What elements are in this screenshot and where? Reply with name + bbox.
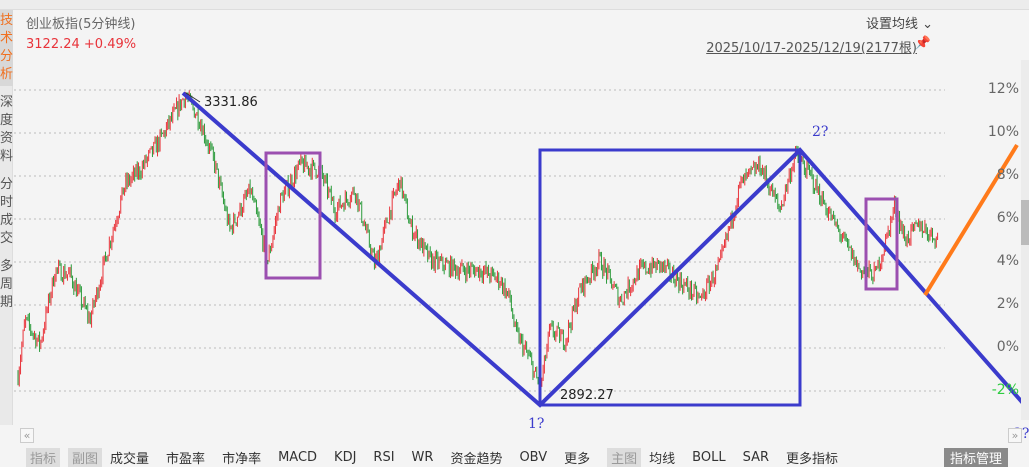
scroll-thumb[interactable]: [1021, 200, 1029, 245]
price-change: 3122.24 +0.49%: [26, 37, 136, 52]
indicator-tab[interactable]: 指标: [26, 447, 61, 467]
y-tick-label: 4%: [996, 253, 1019, 269]
y-tick-label: 12%: [987, 81, 1019, 97]
candlestick-chart[interactable]: [0, 0, 1029, 445]
indicator-more[interactable]: 更多: [564, 448, 590, 467]
ma-settings-dropdown[interactable]: 设置均线 ⌄: [866, 13, 933, 32]
last-price: 3122.24: [26, 37, 80, 52]
indicator-pb[interactable]: 市净率: [222, 448, 261, 467]
y-tick-label: 6%: [996, 210, 1019, 226]
scroll-right-button[interactable]: »: [1008, 428, 1022, 443]
indicator-fund-trend[interactable]: 资金趋势: [450, 448, 502, 467]
main-chart-tab[interactable]: 主图: [607, 447, 642, 467]
annotation-1: 1?: [528, 416, 545, 432]
overlay-more[interactable]: 更多指标: [786, 448, 838, 467]
y-tick-label: 10%: [987, 124, 1019, 140]
diagonal-blue: [538, 148, 802, 407]
y-tick-label: 0%: [996, 339, 1019, 355]
indicator-wr[interactable]: WR: [412, 450, 434, 465]
vertical-scrollbar[interactable]: [1021, 60, 1029, 420]
scroll-left-button[interactable]: «: [20, 428, 34, 443]
pin-icon[interactable]: 📌: [915, 36, 931, 51]
annotation-2: 2?: [812, 124, 829, 140]
indicator-toolbar: 指标 副图 成交量 市盈率 市净率 MACD KDJ RSI WR 资金趋势 O…: [0, 447, 1029, 467]
y-tick-label: -2%: [991, 382, 1019, 398]
grid: [14, 89, 945, 392]
indicator-macd[interactable]: MACD: [278, 450, 317, 465]
indicator-rsi[interactable]: RSI: [373, 450, 394, 465]
indicator-obv[interactable]: OBV: [519, 450, 547, 465]
overlay-ma[interactable]: 均线: [649, 448, 675, 467]
indicator-pe[interactable]: 市盈率: [166, 448, 205, 467]
overlay-boll[interactable]: BOLL: [692, 450, 725, 465]
y-tick-label: 8%: [996, 167, 1019, 183]
indicator-volume[interactable]: 成交量: [110, 448, 149, 467]
trendline-blue: [181, 91, 1029, 412]
indicator-manage-button[interactable]: 指标管理: [943, 447, 1008, 467]
sub-chart-tab[interactable]: 副图: [68, 447, 103, 467]
indicator-kdj[interactable]: KDJ: [334, 450, 356, 465]
chart-title: 创业板指(5分钟线): [26, 17, 136, 32]
overlay-sar[interactable]: SAR: [743, 450, 769, 465]
low-price-label: 2892.27: [560, 388, 614, 403]
y-tick-label: 2%: [996, 296, 1019, 312]
drawings: [181, 91, 1029, 412]
high-price-label: 3331.86: [204, 95, 258, 110]
pct-change: +0.49%: [83, 37, 137, 52]
date-range-link[interactable]: 2025/10/17-2025/12/19(2177根): [706, 37, 917, 56]
